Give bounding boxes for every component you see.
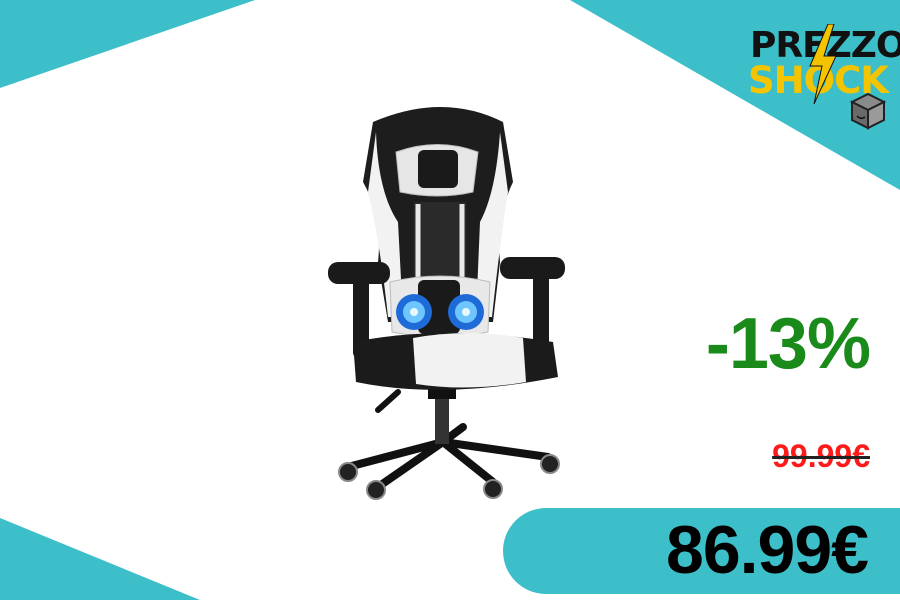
- price-banner: 86.99€: [503, 508, 900, 594]
- new-price: 86.99€: [666, 512, 869, 588]
- gaming-chair-icon: [328, 107, 565, 500]
- discount-percentage: -13%: [705, 304, 871, 384]
- bottom-left-teal-shape: [0, 518, 200, 600]
- lightning-bolt-icon: [809, 24, 837, 104]
- package-box-icon: [849, 92, 887, 130]
- prezzo-shock-logo: PREZZO SHOCK: [746, 24, 900, 130]
- top-left-teal-shape: [0, 0, 255, 88]
- old-price: 99.99€: [772, 438, 870, 474]
